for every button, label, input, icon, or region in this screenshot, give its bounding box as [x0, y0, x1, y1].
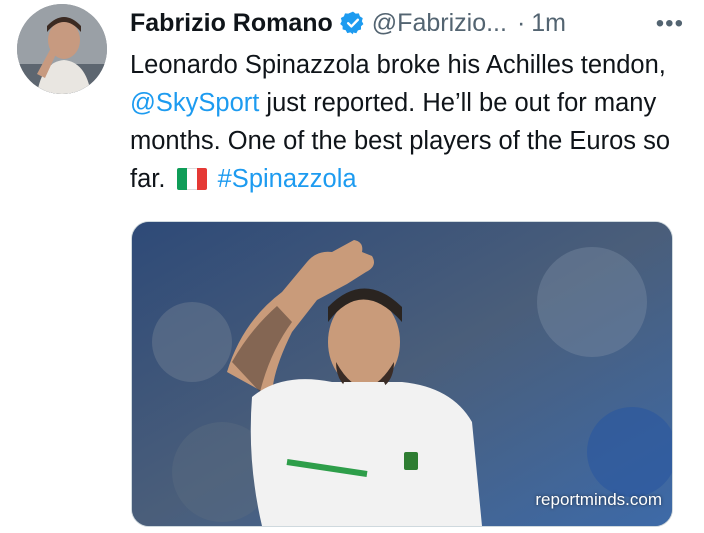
author-avatar[interactable]	[17, 4, 107, 94]
mention-link[interactable]: @SkySport	[130, 89, 259, 117]
tweet-text-part-1: Leonardo Spinazzola broke his Achilles t…	[130, 51, 666, 79]
separator-dot: ·	[516, 8, 526, 37]
verified-badge-icon	[340, 11, 364, 35]
tweet-body: Leonardo Spinazzola broke his Achilles t…	[130, 46, 690, 198]
tweet-media[interactable]: reportminds.com	[131, 221, 673, 527]
italy-flag-icon	[176, 168, 207, 190]
tweet-timestamp[interactable]: 1m	[531, 9, 566, 38]
tweet-header: Fabrizio Romano @Fabrizio... · 1m •••	[130, 6, 684, 40]
hashtag-link[interactable]: #Spinazzola	[218, 165, 357, 193]
avatar-photo	[17, 4, 107, 94]
footballer-photo	[132, 222, 672, 526]
author-handle[interactable]: @Fabrizio...	[372, 9, 507, 38]
author-name[interactable]: Fabrizio Romano	[130, 9, 333, 38]
more-horizontal-icon[interactable]: •••	[656, 10, 684, 38]
media-watermark: reportminds.com	[535, 490, 662, 509]
